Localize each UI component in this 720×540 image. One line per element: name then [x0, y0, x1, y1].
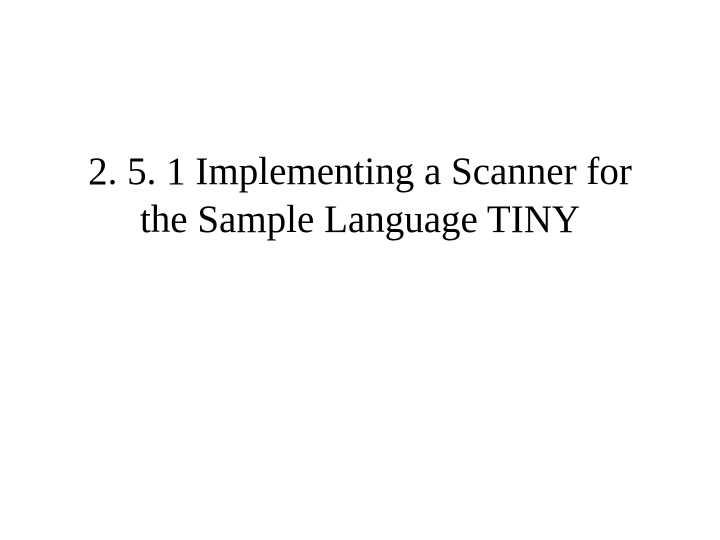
slide-container: 2. 5. 1 Implementing a Scanner for the S…: [0, 0, 720, 540]
section-heading: 2. 5. 1 Implementing a Scanner for the S…: [60, 148, 660, 243]
